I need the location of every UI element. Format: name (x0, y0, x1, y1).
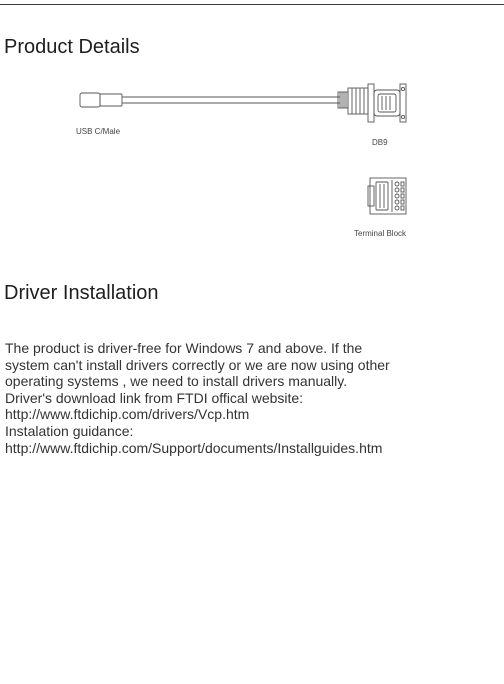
usb-c-plug-body (99, 93, 123, 107)
driver-installation-heading: Driver Installation (4, 282, 159, 304)
usb-c-to-db9-cable-illustration (79, 83, 407, 123)
driver-installation-text: The product is driver-free for Windows 7… (5, 340, 501, 456)
driver-text-line: Instalation guidance: (5, 422, 134, 439)
driver-text-line: system can't install drivers correctly o… (5, 356, 390, 373)
db9-label: DB9 (372, 138, 388, 147)
driver-text-line: The product is driver-free for Windows 7… (5, 340, 363, 356)
usb-c-male-label: USB C/Male (76, 127, 121, 136)
top-divider (0, 0, 504, 5)
vcp-driver-link[interactable]: http://www.ftdichip.com/drivers/Vcp.htm (5, 406, 501, 423)
usb-c-plug-tip (79, 92, 101, 108)
driver-text-line: operating systems , we need to install d… (5, 373, 348, 390)
driver-text-line: Driver's download link from FTDI offical… (5, 389, 304, 406)
terminal-block-illustration (367, 177, 407, 215)
install-guides-link[interactable]: http://www.ftdichip.com/Support/document… (5, 440, 501, 457)
product-details-heading: Product Details (4, 36, 140, 58)
terminal-block-label: Terminal Block (354, 229, 407, 238)
db9-shell (347, 87, 369, 115)
